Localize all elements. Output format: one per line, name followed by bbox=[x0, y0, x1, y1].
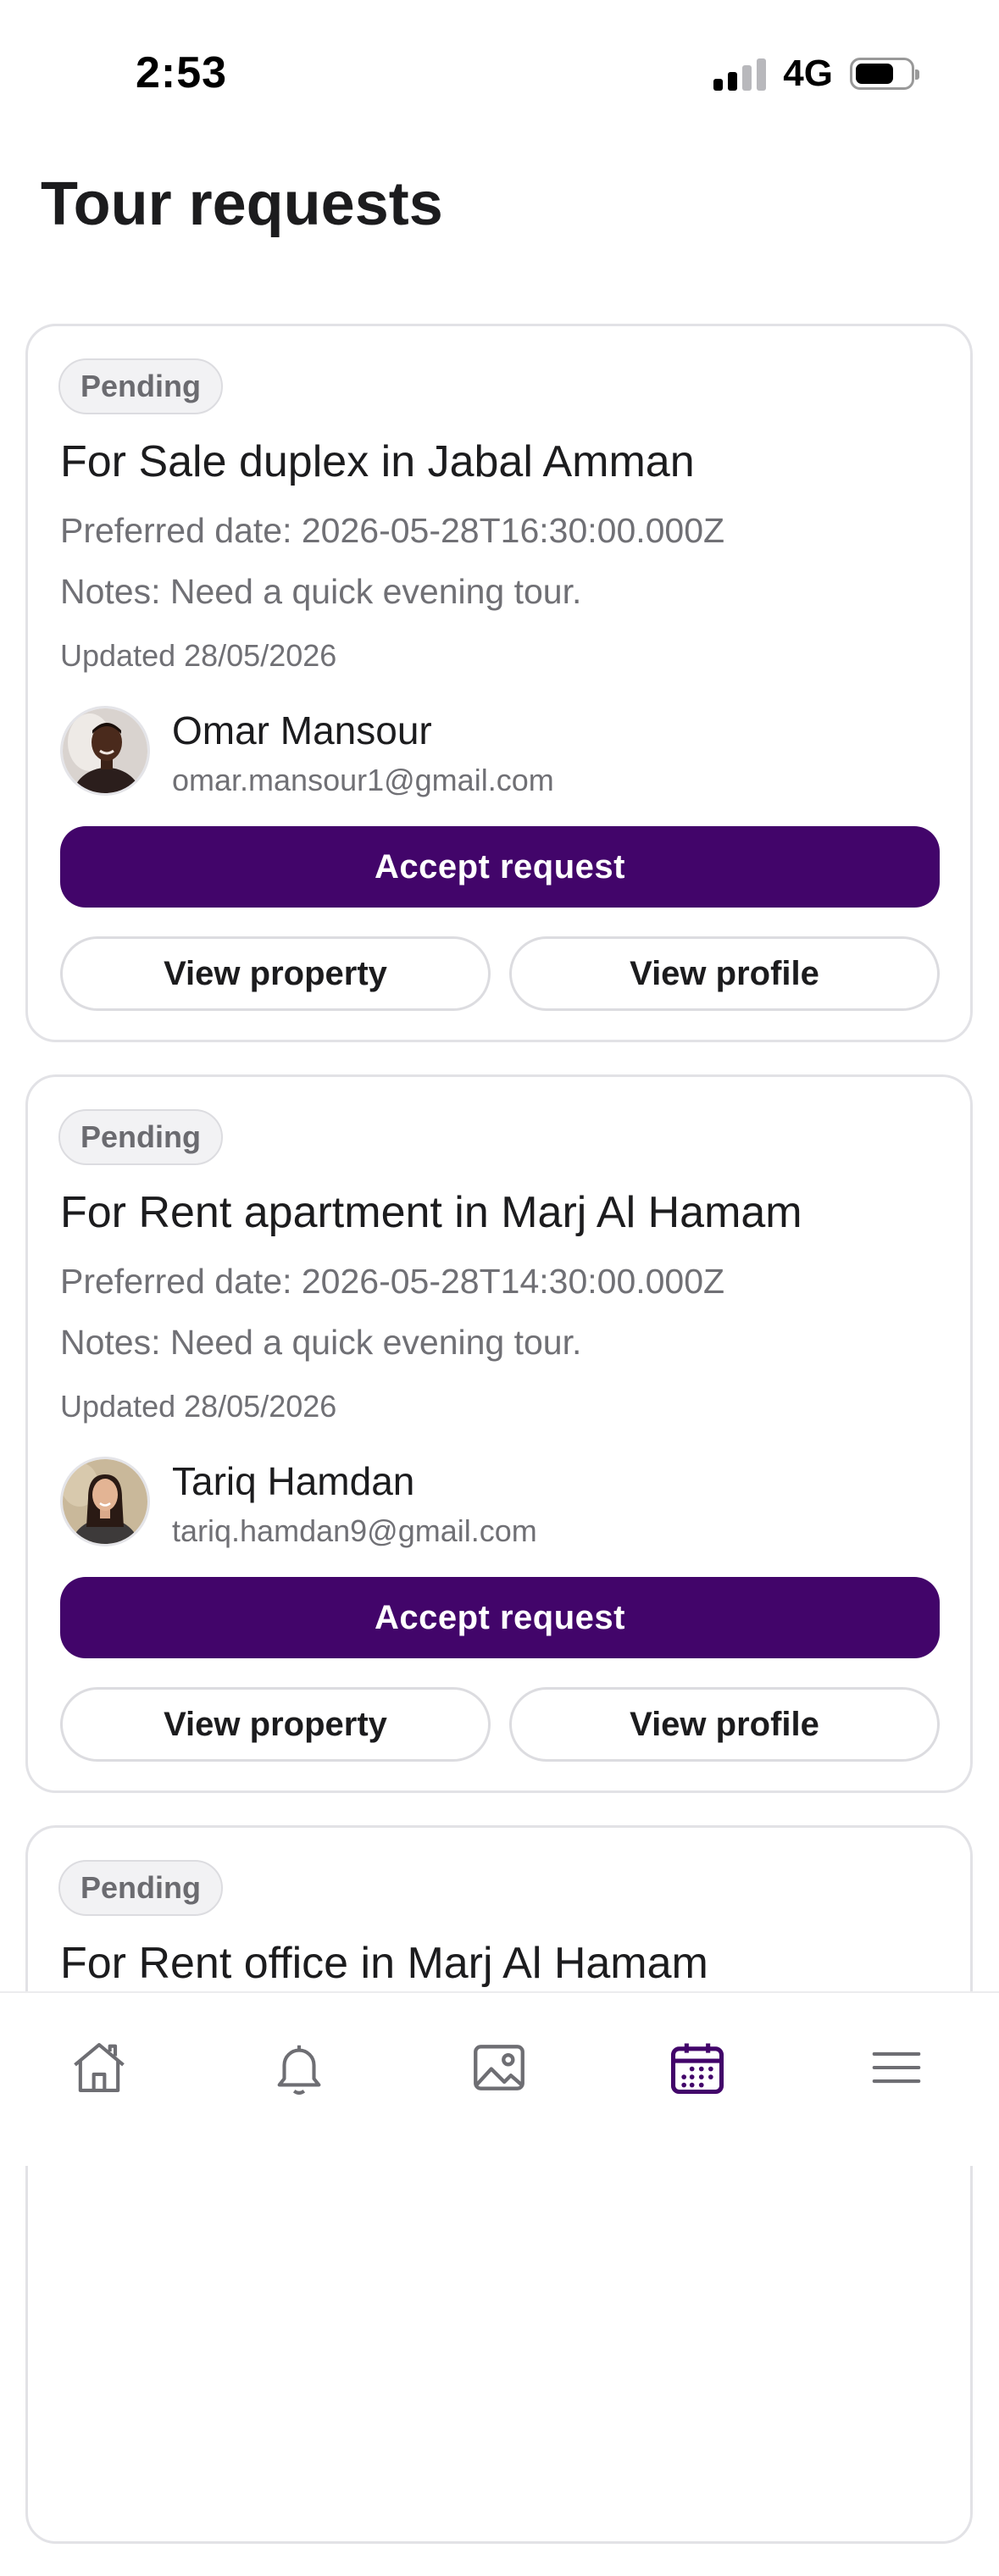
avatar-photo bbox=[63, 1459, 147, 1544]
tour-request-card: Pending For Rent apartment in Marj Al Ha… bbox=[25, 1074, 973, 1793]
request-notes: Notes: Need a quick evening tour. bbox=[60, 572, 582, 611]
avatar bbox=[60, 1457, 150, 1546]
request-notes: Notes: Need a quick evening tour. bbox=[60, 1323, 582, 1362]
tour-request-list[interactable]: Pending For Sale duplex in Jabal Amman P… bbox=[25, 324, 973, 2576]
accept-request-button[interactable]: Accept request bbox=[60, 1577, 940, 1658]
status-badge: Pending bbox=[58, 358, 223, 414]
view-property-button[interactable]: View property bbox=[60, 1687, 491, 1762]
battery-icon bbox=[850, 58, 919, 90]
network-label: 4G bbox=[783, 53, 833, 94]
requester-email: tariq.hamdan9@gmail.com bbox=[172, 1513, 537, 1548]
accept-request-button[interactable]: Accept request bbox=[60, 826, 940, 908]
status-indicators: 4G bbox=[713, 53, 919, 95]
view-profile-button[interactable]: View profile bbox=[509, 1687, 940, 1762]
tab-bar bbox=[0, 1991, 999, 2166]
avatar-photo bbox=[63, 708, 147, 793]
requester-name: Tariq Hamdan bbox=[172, 1459, 415, 1503]
property-title: For Rent apartment in Marj Al Hamam bbox=[60, 1188, 802, 1237]
preferred-date: Preferred date: 2026-05-28T16:30:00.000Z bbox=[60, 511, 725, 550]
calendar-icon bbox=[670, 2043, 724, 2095]
tab-notifications[interactable] bbox=[257, 2025, 341, 2110]
tour-request-card: Pending For Rent office in Marj Al Hamam bbox=[25, 1825, 973, 2544]
status-badge: Pending bbox=[58, 1109, 223, 1165]
bell-icon bbox=[277, 2045, 321, 2095]
tab-home[interactable] bbox=[57, 2025, 142, 2110]
requester-email: omar.mansour1@gmail.com bbox=[172, 763, 554, 797]
avatar bbox=[60, 706, 150, 796]
updated-date: Updated 28/05/2026 bbox=[60, 1389, 337, 1424]
image-icon bbox=[474, 2045, 524, 2090]
status-badge: Pending bbox=[58, 1860, 223, 1916]
tour-request-card: Pending For Sale duplex in Jabal Amman P… bbox=[25, 324, 973, 1042]
preferred-date: Preferred date: 2026-05-28T14:30:00.000Z bbox=[60, 1262, 725, 1301]
page-title: Tour requests bbox=[41, 170, 443, 238]
tab-tour-requests[interactable] bbox=[655, 2025, 740, 2110]
view-property-button[interactable]: View property bbox=[60, 936, 491, 1011]
updated-date: Updated 28/05/2026 bbox=[60, 638, 337, 673]
tab-gallery[interactable] bbox=[457, 2025, 541, 2110]
view-profile-button[interactable]: View profile bbox=[509, 936, 940, 1011]
property-title: For Rent office in Marj Al Hamam bbox=[60, 1939, 708, 1988]
requester-name: Omar Mansour bbox=[172, 708, 432, 752]
signal-icon bbox=[713, 57, 767, 91]
menu-icon bbox=[872, 2051, 921, 2084]
home-icon bbox=[74, 2043, 125, 2092]
property-title: For Sale duplex in Jabal Amman bbox=[60, 437, 695, 486]
tab-menu[interactable] bbox=[854, 2025, 939, 2110]
status-bar: 2:53 4G bbox=[0, 0, 999, 148]
status-time: 2:53 bbox=[136, 48, 228, 97]
